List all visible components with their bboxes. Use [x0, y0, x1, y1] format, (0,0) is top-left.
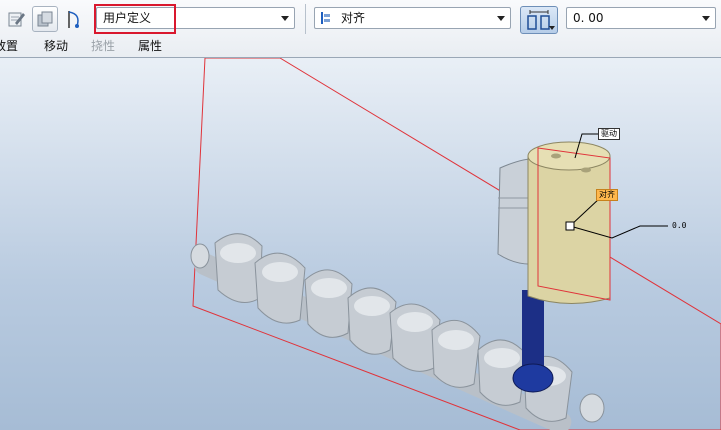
- menu-move[interactable]: 移动: [44, 37, 68, 54]
- assembly-toolbar: 用户定义 对齐 0. 00 放置 移动 挠性 属性: [0, 0, 721, 58]
- menu-placement[interactable]: 放置: [0, 37, 18, 54]
- menu-flexibility: 挠性: [91, 39, 116, 53]
- chevron-down-icon: [702, 16, 710, 21]
- align-dropdown[interactable]: 对齐: [314, 7, 511, 29]
- copy-icon[interactable]: [32, 6, 58, 32]
- drag-handle: [565, 221, 575, 231]
- menu-properties[interactable]: 属性: [138, 37, 162, 54]
- chevron-down-icon: [281, 16, 289, 21]
- chevron-down-icon: [497, 16, 505, 21]
- chevron-down-icon: [549, 26, 555, 30]
- offset-dimension-label[interactable]: 0.0: [672, 221, 686, 230]
- piston: [497, 141, 611, 304]
- align-icon: [320, 11, 332, 31]
- highlight-frame: [94, 4, 176, 34]
- assembly-model-graphic: [190, 58, 721, 430]
- align-tag[interactable]: 对齐: [596, 189, 618, 201]
- offset-value: 0. 00: [573, 11, 604, 25]
- offset-icon[interactable]: [520, 6, 558, 34]
- offset-value-field[interactable]: 0. 00: [566, 7, 716, 29]
- toolbar-separator: [305, 4, 306, 34]
- model-viewport[interactable]: 驱动 对齐 0.0: [0, 58, 721, 430]
- align-value: 对齐: [341, 11, 366, 25]
- curve-icon[interactable]: [64, 7, 88, 31]
- connecting-rod: [512, 290, 554, 393]
- edit-icon[interactable]: [4, 7, 28, 31]
- driver-tag[interactable]: 驱动: [598, 128, 620, 140]
